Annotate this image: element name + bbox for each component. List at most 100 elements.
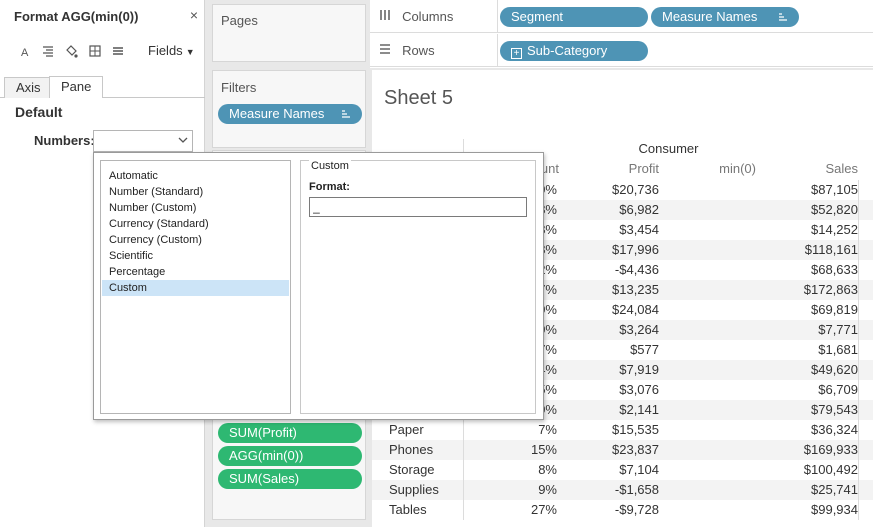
columns-pill-measure-names[interactable]: Measure Names (651, 7, 799, 27)
column-divider (858, 480, 859, 500)
column-divider (858, 260, 859, 280)
custom-format-input[interactable] (309, 197, 527, 217)
format-option[interactable]: Custom (102, 280, 289, 296)
column-divider (858, 400, 859, 420)
fields-dropdown-button[interactable]: Fields ▼ (148, 43, 195, 58)
sales-cell: $14,252 (811, 222, 858, 237)
shelf-area: Columns Segment Measure Names Rows + Sub-… (370, 0, 873, 68)
rows-pill-sub-category[interactable]: + Sub-Category (500, 41, 648, 61)
table-row[interactable]: Phones 15% $23,837 $169,933 (372, 440, 873, 460)
column-divider (858, 300, 859, 320)
column-divider (858, 240, 859, 260)
format-pane-title: Format AGG(min(0)) (14, 9, 139, 24)
lines-icon[interactable] (111, 44, 125, 58)
format-tabs: Axis Pane (0, 74, 205, 98)
columns-pill-segment[interactable]: Segment (500, 7, 648, 27)
sales-cell: $69,819 (811, 302, 858, 317)
rows-shelf[interactable]: Rows + Sub-Category (370, 34, 873, 67)
columns-shelf-label: Columns (370, 0, 498, 33)
alignment-icon[interactable] (41, 44, 55, 58)
sort-icon (778, 7, 788, 34)
count-cell: 15% (463, 440, 559, 460)
profit-cell: -$4,436 (614, 262, 659, 277)
format-option[interactable]: Currency (Custom) (102, 232, 289, 248)
profit-cell: $3,454 (619, 222, 659, 237)
format-option[interactable]: Automatic (102, 168, 289, 184)
pill-label: Sub-Category (527, 43, 608, 58)
column-divider (858, 460, 859, 480)
table-row[interactable]: Storage 8% $7,104 $100,492 (372, 460, 873, 480)
count-cell: 8% (463, 460, 559, 480)
marks-pill-sum-sales[interactable]: SUM(Sales) (218, 469, 362, 489)
format-option[interactable]: Scientific (102, 248, 289, 264)
sales-cell: $25,741 (811, 482, 858, 497)
columns-icon (379, 10, 394, 24)
pill-label: Measure Names (229, 106, 325, 121)
format-option[interactable]: Percentage (102, 264, 289, 280)
shading-icon[interactable] (64, 44, 78, 58)
pages-card[interactable]: Pages (212, 4, 366, 62)
profit-cell: $577 (630, 342, 659, 357)
custom-group-label: Custom (309, 160, 351, 172)
column-divider (858, 360, 859, 380)
profit-cell: $23,837 (612, 442, 659, 457)
svg-text:A: A (21, 47, 29, 58)
rows-label: Rows (402, 43, 435, 58)
profit-cell: $7,919 (619, 362, 659, 377)
rows-icon (379, 44, 394, 58)
sales-cell: $6,709 (818, 382, 858, 397)
tab-axis[interactable]: Axis (4, 77, 53, 98)
tab-pane[interactable]: Pane (49, 76, 104, 98)
marks-pill-sum-profit[interactable]: SUM(Profit) (218, 423, 362, 443)
marks-pill-agg-min0[interactable]: AGG(min(0)) (218, 446, 362, 466)
format-option[interactable]: Number (Custom) (102, 200, 289, 216)
filter-pill-measure-names[interactable]: Measure Names (218, 104, 362, 124)
table-row[interactable]: Supplies 9% -$1,658 $25,741 (372, 480, 873, 500)
pill-label: Measure Names (662, 9, 758, 24)
column-divider (858, 340, 859, 360)
count-cell: 27% (463, 500, 559, 520)
borders-icon[interactable] (88, 44, 102, 58)
column-header-profit: Profit (628, 161, 659, 176)
table-row[interactable]: Tables 27% -$9,728 $99,934 (372, 500, 873, 520)
column-divider (858, 220, 859, 240)
column-divider (858, 200, 859, 220)
sales-cell: $172,863 (803, 282, 858, 297)
sheet-title: Sheet 5 (384, 87, 453, 109)
font-icon[interactable]: A (18, 44, 32, 59)
profit-cell: $24,084 (612, 302, 659, 317)
chevron-down-icon (178, 133, 188, 150)
column-divider (858, 500, 859, 520)
numbers-dropdown[interactable] (93, 130, 193, 152)
profit-cell: $7,104 (619, 462, 659, 477)
format-option[interactable]: Currency (Standard) (102, 216, 289, 232)
close-icon[interactable]: × (190, 7, 198, 23)
columns-shelf[interactable]: Columns Segment Measure Names (370, 0, 873, 33)
column-divider (858, 440, 859, 460)
profit-cell: -$9,728 (614, 502, 659, 517)
column-divider (858, 420, 859, 440)
sales-cell: $118,161 (804, 242, 858, 257)
profit-cell: $15,535 (612, 422, 659, 437)
number-format-popup: Automatic Number (Standard) Number (Custom… (93, 152, 544, 420)
sales-cell: $99,934 (811, 502, 858, 517)
sales-cell: $68,633 (811, 262, 858, 277)
profit-cell: $3,076 (619, 382, 659, 397)
sub-category-cell: Storage (389, 462, 435, 477)
sort-icon (341, 104, 351, 131)
custom-format-group: Custom Format: (300, 160, 536, 414)
sub-category-cell: Phones (389, 442, 434, 457)
column-header-sales: Sales (825, 161, 858, 176)
caret-down-icon: ▼ (185, 47, 195, 57)
filters-card[interactable]: Filters Measure Names (212, 70, 366, 148)
count-cell: 7% (463, 420, 559, 440)
profit-cell: $3,264 (619, 322, 659, 337)
number-format-list[interactable]: Automatic Number (Standard) Number (Custom… (100, 160, 291, 414)
table-row[interactable]: Paper 7% $15,535 $36,324 (372, 420, 873, 440)
profit-cell: -$1,658 (614, 482, 659, 497)
profit-cell: $17,996 (612, 242, 659, 257)
column-divider (858, 280, 859, 300)
format-option[interactable]: Number (Standard) (102, 184, 289, 200)
column-divider (858, 180, 859, 200)
column-header-min0: min(0) (719, 161, 756, 176)
